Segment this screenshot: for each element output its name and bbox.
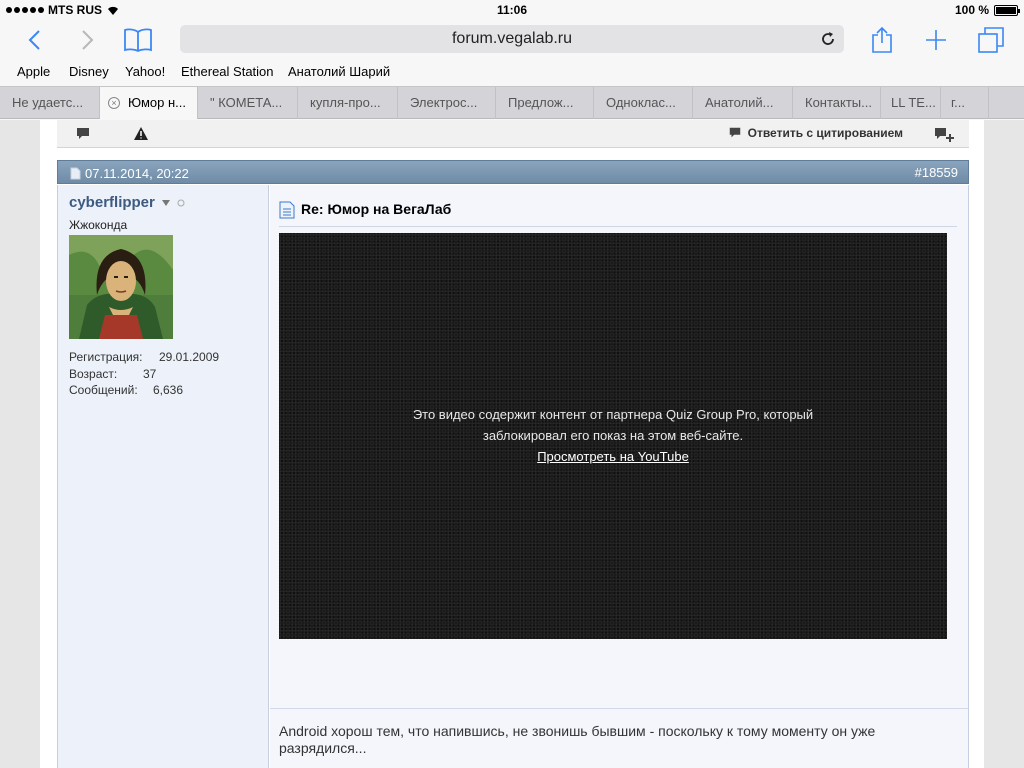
- tab-6[interactable]: Предлож...: [496, 87, 594, 119]
- tab-4[interactable]: купля-про...: [298, 87, 398, 119]
- chevron-left-icon: [28, 30, 40, 50]
- watch-on-youtube-link[interactable]: Просмотреть на YouTube: [279, 446, 947, 467]
- share-button[interactable]: [864, 22, 900, 58]
- offline-status-icon: [177, 199, 185, 206]
- post-title: Re: Юмор на ВегаЛаб: [301, 201, 452, 217]
- user-avatar[interactable]: [69, 235, 173, 339]
- bookmark-yahoo[interactable]: Yahoo!: [125, 64, 165, 79]
- tab-2-label: Юмор н...: [128, 95, 187, 110]
- signature-divider: [270, 708, 968, 709]
- user-title: Жжоконда: [69, 218, 128, 232]
- book-icon: [124, 28, 152, 52]
- post-title-row: Re: Юмор на ВегаЛаб: [279, 201, 957, 227]
- browser-chrome: MTS RUS 11:06 100 % forum.vegalab.ru App…: [0, 0, 1024, 120]
- status-bar: MTS RUS 11:06 100 %: [0, 0, 1024, 20]
- posts-label: Сообщений:: [69, 383, 138, 397]
- tab-3[interactable]: " КОМЕТА...: [198, 87, 298, 119]
- reply-icon[interactable]: [75, 126, 91, 142]
- back-button[interactable]: [16, 22, 52, 58]
- tabs-icon: [978, 27, 1004, 53]
- youtube-video-embed[interactable]: Это видео содержит контент от партнера Q…: [279, 233, 947, 639]
- age-value: 37: [143, 366, 157, 381]
- tabs-overview-button[interactable]: [973, 22, 1009, 58]
- web-page: Ответить с цитированием 07.11.2014, 20:2…: [0, 120, 1024, 768]
- report-warning-icon[interactable]: [133, 126, 149, 142]
- post-body: Re: Юмор на ВегаЛаб Это видео содержит к…: [270, 185, 969, 768]
- registration-label: Регистрация:: [69, 350, 143, 364]
- reload-icon: [822, 32, 834, 45]
- user-info-panel: cyberflipper Жжоконда Регистрация: 29.01.…: [57, 185, 269, 768]
- user-signature: Android хорош тем, что напившись, не зво…: [279, 723, 876, 756]
- user-menu-dropdown-icon[interactable]: [161, 199, 171, 207]
- chevron-right-icon: [82, 30, 94, 50]
- multiquote-add-icon[interactable]: [933, 126, 955, 142]
- post-title-document-icon: [279, 201, 295, 219]
- post-number-link[interactable]: #18559: [915, 165, 958, 180]
- bookmark-ethereal-station[interactable]: Ethereal Station: [181, 64, 274, 79]
- tab-7[interactable]: Одноклас...: [594, 87, 693, 119]
- video-blocked-message-line1: Это видео содержит контент от партнера Q…: [412, 407, 814, 422]
- bookmarks-bar: Apple Disney Yahoo! Ethereal Station Ана…: [0, 60, 1024, 84]
- clock: 11:06: [496, 3, 528, 17]
- username-link[interactable]: cyberflipper: [69, 194, 155, 211]
- battery-percent: 100 %: [954, 3, 989, 17]
- close-tab-icon[interactable]: ×: [108, 97, 120, 109]
- tab-5[interactable]: Электрос...: [398, 87, 496, 119]
- tab-8[interactable]: Анатолий...: [693, 87, 793, 119]
- new-tab-button[interactable]: [918, 22, 954, 58]
- age-label: Возраст:: [69, 366, 118, 381]
- bookmark-apple[interactable]: Apple: [17, 64, 50, 79]
- tab-10[interactable]: LL TE...: [881, 87, 941, 119]
- tab-2-active[interactable]: × Юмор н...: [100, 87, 198, 119]
- registration-value: 29.01.2009: [159, 350, 220, 364]
- mona-lisa-avatar-image: [69, 235, 173, 339]
- battery-icon: [994, 4, 1020, 16]
- tab-11[interactable]: г...: [941, 87, 989, 119]
- post-toolbar: Ответить с цитированием: [57, 120, 969, 148]
- plus-icon: [926, 30, 946, 50]
- tab-bar: Не удаетс... × Юмор н... " КОМЕТА... куп…: [0, 86, 1024, 119]
- url-text: forum.vegalab.ru: [451, 30, 573, 47]
- bookmark-anatoly-shariy[interactable]: Анатолий Шарий: [288, 64, 390, 79]
- share-icon: [872, 26, 892, 53]
- tab-9[interactable]: Контакты...: [793, 87, 881, 119]
- battery-level: [996, 6, 1016, 14]
- quote-icon: [729, 127, 740, 138]
- address-bar[interactable]: forum.vegalab.ru: [180, 25, 844, 53]
- post-document-icon: [70, 167, 81, 180]
- reply-with-quote-button[interactable]: Ответить с цитированием: [728, 126, 903, 140]
- forward-button[interactable]: [70, 22, 106, 58]
- post-header: 07.11.2014, 20:22 #18559: [57, 160, 969, 184]
- bookmarks-button[interactable]: [120, 22, 156, 58]
- bookmark-disney[interactable]: Disney: [69, 64, 109, 79]
- user-stats: Регистрация: 29.01.2009 Возраст: 37 Сообще…: [69, 349, 219, 399]
- navigation-bar: forum.vegalab.ru: [0, 20, 1024, 60]
- posts-value: 6,636: [153, 383, 184, 397]
- reload-button[interactable]: [818, 29, 838, 49]
- reply-with-quote-label: Ответить с цитированием: [747, 126, 903, 140]
- video-blocked-message-line2: заблокировал его показ на этом веб-сайте…: [482, 428, 744, 443]
- tab-1[interactable]: Не удаетс...: [0, 87, 100, 119]
- post-date: 07.11.2014, 20:22: [85, 166, 189, 181]
